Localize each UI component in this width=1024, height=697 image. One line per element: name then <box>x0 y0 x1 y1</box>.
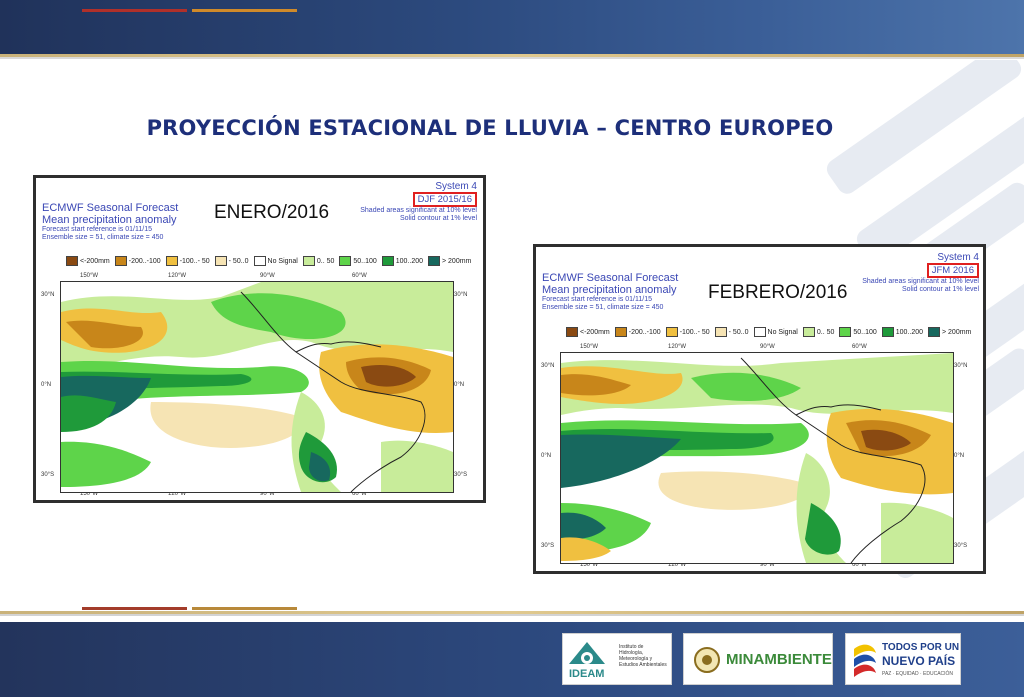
lat-tick: 30°N <box>41 292 55 298</box>
lat-tick: 30°N <box>454 292 468 298</box>
ideam-subtitle: Instituto de Hidrología, Meteorología y … <box>619 644 667 668</box>
legend-item: <-200mm <box>566 327 610 337</box>
minambiente-name: MINAMBIENTE <box>726 651 832 668</box>
lon-tick: 90°W <box>760 344 775 350</box>
legend-item: 100..200 <box>381 256 423 266</box>
lat-tick: 30°N <box>954 363 968 369</box>
header-line-2: Mean precipitation anomaly <box>542 284 677 296</box>
significance-note: Shaded areas significant at 10% level <box>360 207 477 214</box>
slogan-line-3: PAZ · EQUIDAD · EDUCACIÓN <box>882 671 954 677</box>
lon-tick: 150°W <box>580 344 599 350</box>
contour-note: Solid contour at 1% level <box>399 215 477 222</box>
panel-system-info: System 4 DJF 2015/16 Shaded areas signif… <box>360 181 477 223</box>
forecast-panel-enero: ECMWF Seasonal Forecast Mean precipitati… <box>33 175 486 503</box>
todos-por-un-nuevo-pais-logo: TODOS POR UN NUEVO PAÍS PAZ · EQUIDAD · … <box>845 633 961 685</box>
slide-title: PROYECCIÓN ESTACIONAL DE LLUVIA – CENTRO… <box>146 116 834 140</box>
significance-note: Shaded areas significant at 10% level <box>862 278 979 285</box>
banner-stripe <box>82 9 187 12</box>
precipitation-map <box>60 281 454 493</box>
lat-tick: 0°N <box>454 382 465 388</box>
panel-system-info: System 4 JFM 2016 Shaded areas significa… <box>862 252 979 294</box>
legend-item: No Signal <box>753 327 798 337</box>
lon-tick: 150°W <box>80 273 99 279</box>
slogan-line-1: TODOS POR UN <box>882 642 960 653</box>
legend-item: -100..- 50 <box>665 327 710 337</box>
footer-grey-line <box>0 614 1024 616</box>
month-label: FEBRERO/2016 <box>708 282 848 303</box>
slogan-line-2: NUEVO PAÍS <box>882 654 956 668</box>
system-label: System 4 <box>435 181 477 192</box>
legend-item: 0.. 50 <box>802 327 834 337</box>
legend-item: -100..- 50 <box>165 256 210 266</box>
lat-tick: 30°S <box>541 543 555 549</box>
legend: <-200mm -200..-100 -100..- 50 - 50..0 No… <box>66 256 471 266</box>
panel-header: ECMWF Seasonal Forecast Mean precipitati… <box>542 272 678 312</box>
legend-item: 0.. 50 <box>302 256 334 266</box>
top-grey-line <box>0 57 1024 59</box>
legend-item: 100..200 <box>881 327 923 337</box>
lat-tick: 30°S <box>954 543 968 549</box>
lon-tick: 60°W <box>852 344 867 350</box>
panel-header: ECMWF Seasonal Forecast Mean precipitati… <box>42 202 178 242</box>
minambiente-logo: MINAMBIENTE <box>683 633 833 685</box>
precipitation-map <box>560 352 954 564</box>
header-line-3: Forecast start reference is 01/11/15 <box>42 226 152 233</box>
lon-tick: 120°W <box>668 344 687 350</box>
legend-item: 50..100 <box>339 256 377 266</box>
ideam-name: IDEAM <box>569 668 605 680</box>
footer-stripe <box>192 607 297 610</box>
legend-item: > 200mm <box>928 327 971 337</box>
month-label: ENERO/2016 <box>214 202 330 223</box>
footer-stripe <box>82 607 187 610</box>
top-banner <box>0 0 1024 54</box>
legend-item: 50..100 <box>839 327 877 337</box>
header-line-1: ECMWF Seasonal Forecast <box>42 202 179 214</box>
banner-stripe <box>192 9 297 12</box>
legend-item: -200..-100 <box>114 256 161 266</box>
header-line-1: ECMWF Seasonal Forecast <box>542 272 679 284</box>
legend-item: -200..-100 <box>614 327 661 337</box>
system-label: System 4 <box>937 252 979 263</box>
period-label: JFM 2016 <box>926 263 979 278</box>
lat-tick: 30°S <box>454 472 468 478</box>
header-line-2: Mean precipitation anomaly <box>42 214 177 226</box>
lat-tick: 0°N <box>541 453 552 459</box>
lon-tick: 60°W <box>352 273 367 279</box>
legend-item: No Signal <box>253 256 298 266</box>
period-label: DJF 2015/16 <box>412 192 477 207</box>
header-line-3: Forecast start reference is 01/11/15 <box>542 296 652 303</box>
ideam-logo: IDEAM Instituto de Hidrología, Meteorolo… <box>562 633 672 685</box>
legend-item: - 50..0 <box>714 327 749 337</box>
legend-item: - 50..0 <box>214 256 249 266</box>
header-line-4: Ensemble size = 51, climate size = 450 <box>542 304 664 311</box>
forecast-panel-febrero: ECMWF Seasonal Forecast Mean precipitati… <box>533 244 986 574</box>
lat-tick: 0°N <box>954 453 965 459</box>
lon-tick: 120°W <box>168 273 187 279</box>
lat-tick: 0°N <box>41 382 52 388</box>
header-line-4: Ensemble size = 51, climate size = 450 <box>42 234 164 241</box>
legend-item: > 200mm <box>428 256 471 266</box>
legend-item: <-200mm <box>66 256 110 266</box>
lat-tick: 30°S <box>41 472 55 478</box>
contour-note: Solid contour at 1% level <box>901 286 979 293</box>
lon-tick: 90°W <box>260 273 275 279</box>
legend: <-200mm -200..-100 -100..- 50 - 50..0 No… <box>566 327 971 337</box>
lat-tick: 30°N <box>541 363 555 369</box>
